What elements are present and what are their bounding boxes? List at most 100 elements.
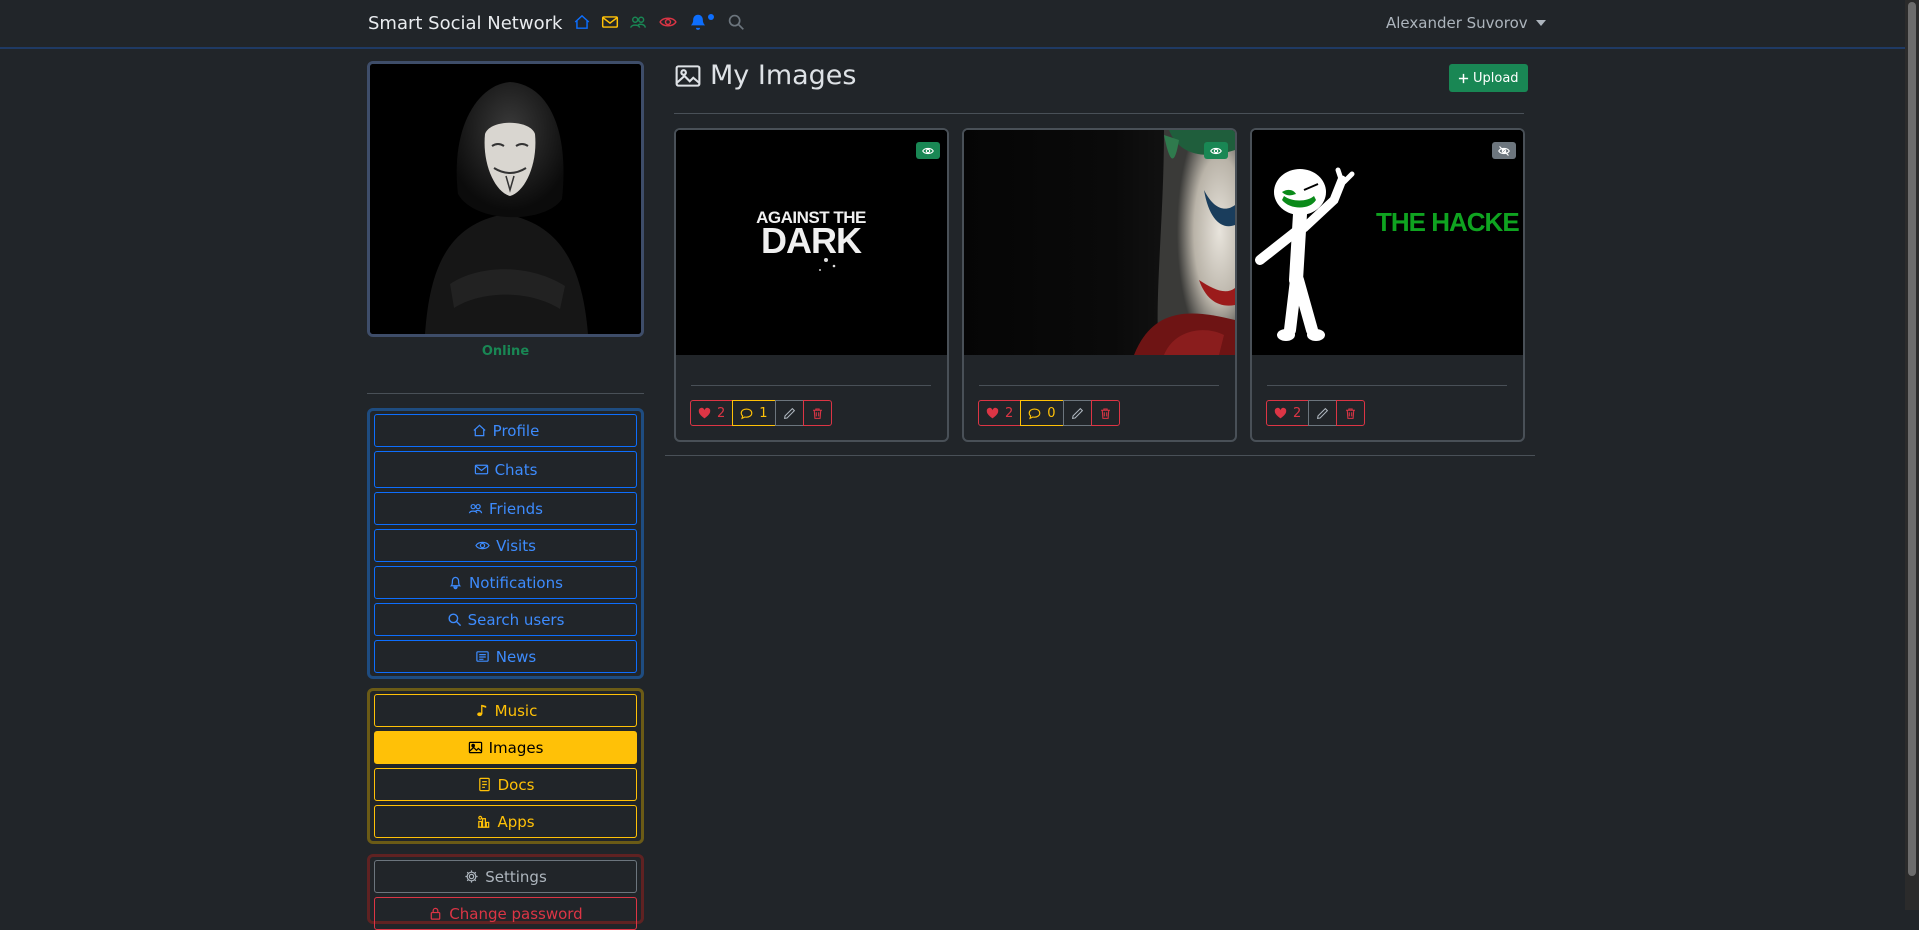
delete-button[interactable] bbox=[1336, 400, 1366, 426]
sidebar-item-music[interactable]: Music bbox=[374, 694, 637, 727]
eye-icon bbox=[475, 541, 490, 550]
home-icon[interactable] bbox=[573, 13, 591, 31]
image-actions: 2 bbox=[1266, 400, 1366, 426]
delete-button[interactable] bbox=[1090, 400, 1120, 426]
house-icon bbox=[473, 424, 486, 437]
sidebar-item-label: Chats bbox=[494, 460, 538, 479]
notification-indicator bbox=[708, 14, 714, 20]
upload-button[interactable]: Upload bbox=[1449, 64, 1528, 92]
edit-button[interactable] bbox=[774, 400, 804, 426]
people-icon[interactable] bbox=[629, 13, 647, 31]
bell-icon[interactable] bbox=[689, 13, 707, 31]
card-divider bbox=[691, 385, 931, 386]
sidebar-item-profile[interactable]: Profile bbox=[374, 414, 637, 447]
media-menu: Music Images Docs Apps bbox=[367, 688, 644, 844]
image-actions: 2 0 bbox=[978, 400, 1120, 426]
sidebar-item-label: Apps bbox=[497, 812, 535, 831]
title-divider bbox=[674, 113, 1524, 114]
upload-label: Upload bbox=[1473, 70, 1519, 86]
like-button[interactable]: 2 bbox=[690, 400, 734, 426]
sidebar-item-label: Friends bbox=[489, 499, 543, 518]
sidebar-item-settings[interactable]: Settings bbox=[374, 860, 637, 893]
comment-icon bbox=[740, 407, 753, 419]
eye-icon[interactable] bbox=[659, 13, 677, 31]
sidebar-item-notifications[interactable]: Notifications bbox=[374, 566, 637, 599]
sidebar-item-label: Change password bbox=[449, 904, 583, 923]
image-card: 2 0 bbox=[962, 128, 1237, 442]
user-name: Alexander Suvorov bbox=[1386, 14, 1528, 32]
like-button[interactable]: 2 bbox=[978, 400, 1022, 426]
comment-icon bbox=[1028, 407, 1041, 419]
people-icon bbox=[468, 503, 483, 514]
delete-button[interactable] bbox=[802, 400, 832, 426]
profile-avatar[interactable] bbox=[367, 61, 644, 337]
images-icon bbox=[675, 64, 701, 87]
heart-icon bbox=[986, 407, 999, 418]
thumbnail-text-bottom: DARK bbox=[761, 220, 862, 261]
page-title: My Images bbox=[674, 60, 856, 91]
brand-title[interactable]: Smart Social Network bbox=[368, 13, 562, 34]
like-button[interactable]: 2 bbox=[1266, 400, 1310, 426]
trash-icon bbox=[1100, 408, 1110, 419]
eye-slash-icon bbox=[1498, 145, 1510, 156]
image-card: THE HACKE 2 bbox=[1250, 128, 1525, 442]
divider bbox=[367, 393, 644, 394]
sidebar-item-apps[interactable]: Apps bbox=[374, 805, 637, 838]
sidebar-item-label: Search users bbox=[467, 610, 565, 629]
sidebar-item-friends[interactable]: Friends bbox=[374, 492, 637, 525]
image-icon bbox=[468, 741, 482, 754]
comments-button[interactable]: 1 bbox=[732, 400, 776, 426]
sidebar-item-label: Notifications bbox=[469, 573, 563, 592]
thumbnail-text: THE HACKE bbox=[1376, 207, 1519, 237]
bell-icon bbox=[449, 576, 462, 590]
newspaper-icon bbox=[475, 651, 489, 662]
search-icon bbox=[448, 613, 461, 627]
page-title-text: My Images bbox=[710, 60, 857, 91]
visibility-badge[interactable] bbox=[1204, 142, 1228, 159]
sidebar-item-visits[interactable]: Visits bbox=[374, 529, 637, 562]
online-status: Online bbox=[481, 344, 530, 359]
like-count: 2 bbox=[1293, 405, 1302, 421]
card-divider bbox=[979, 385, 1219, 386]
visibility-badge[interactable] bbox=[916, 142, 940, 159]
sidebar-item-label: Docs bbox=[497, 775, 535, 794]
image-thumbnail[interactable]: THE HACKE bbox=[1252, 130, 1523, 355]
visibility-badge[interactable] bbox=[1492, 142, 1516, 159]
heart-icon bbox=[1274, 407, 1287, 418]
apps-icon bbox=[478, 815, 490, 828]
eye-icon bbox=[922, 147, 934, 154]
file-icon bbox=[478, 777, 490, 792]
image-thumbnail[interactable] bbox=[964, 130, 1235, 355]
image-thumbnail[interactable]: AGAINST THE DARK bbox=[676, 130, 947, 355]
gear-icon bbox=[465, 870, 478, 883]
account-menu: Settings Change password bbox=[367, 854, 644, 930]
sidebar-item-docs[interactable]: Docs bbox=[374, 768, 637, 801]
sidebar-item-news[interactable]: News bbox=[374, 640, 637, 673]
like-count: 2 bbox=[1005, 405, 1014, 421]
pencil-icon bbox=[783, 407, 795, 419]
card-divider bbox=[1267, 385, 1507, 386]
heart-icon bbox=[698, 407, 711, 418]
plus-icon bbox=[1458, 73, 1469, 83]
sidebar-item-label: Images bbox=[488, 738, 544, 757]
sidebar-item-label: Profile bbox=[492, 421, 540, 440]
sidebar-item-change-password[interactable]: Change password bbox=[374, 897, 637, 930]
comments-button[interactable]: 0 bbox=[1020, 400, 1064, 426]
sidebar-item-label: Music bbox=[494, 701, 538, 720]
comment-count: 1 bbox=[759, 405, 768, 421]
navigation-menu: Profile Chats Friends Visits Notificatio… bbox=[367, 408, 644, 679]
chevron-down-icon bbox=[1535, 20, 1546, 26]
sidebar-item-chats[interactable]: Chats bbox=[374, 451, 637, 488]
envelope-icon[interactable] bbox=[601, 13, 619, 31]
like-count: 2 bbox=[717, 405, 726, 421]
edit-button[interactable] bbox=[1308, 400, 1338, 426]
image-actions: 2 1 bbox=[690, 400, 832, 426]
edit-button[interactable] bbox=[1062, 400, 1092, 426]
top-navbar: Smart Social Network Alexander Suvorov bbox=[0, 0, 1905, 49]
sidebar-item-search-users[interactable]: Search users bbox=[374, 603, 637, 636]
search-icon[interactable] bbox=[727, 13, 745, 31]
user-menu-dropdown[interactable]: Alexander Suvorov bbox=[1386, 14, 1546, 32]
sidebar-item-images[interactable]: Images bbox=[374, 731, 637, 764]
envelope-icon bbox=[474, 464, 488, 475]
scrollbar-thumb[interactable] bbox=[1908, 2, 1916, 876]
